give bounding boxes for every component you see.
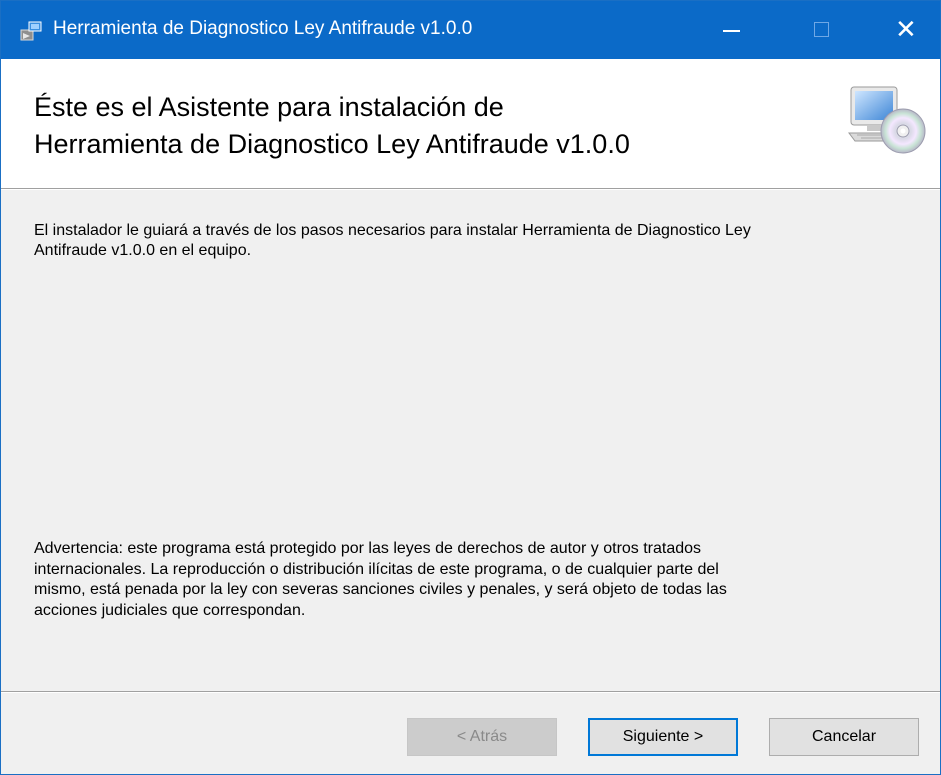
- maximize-button[interactable]: [791, 1, 851, 59]
- minimize-icon: [723, 30, 740, 32]
- page-title: Éste es el Asistente para instalación de…: [34, 89, 814, 163]
- wizard-header: Éste es el Asistente para instalación de…: [1, 59, 940, 188]
- warning-line-4: acciones judiciales que correspondan.: [34, 601, 306, 619]
- intro-text: El instalador le guiará a través de los …: [34, 221, 914, 261]
- close-button[interactable]: ✕: [877, 1, 937, 59]
- footer-divider-highlight: [1, 692, 940, 693]
- header-divider-highlight: [1, 189, 940, 190]
- maximize-icon: [814, 22, 829, 37]
- installer-window: Herramienta de Diagnostico Ley Antifraud…: [0, 0, 941, 775]
- warning-line-3: mismo, está penada por la ley con severa…: [34, 581, 727, 598]
- minimize-button[interactable]: [701, 1, 761, 59]
- warning-line-1: Advertencia: este programa está protegid…: [34, 540, 702, 557]
- intro-text-line-2: Antifraude v1.0.0 en el equipo.: [34, 242, 252, 259]
- page-title-line-1: Éste es el Asistente para instalación de: [34, 92, 504, 122]
- window-title: Herramienta de Diagnostico Ley Antifraud…: [53, 18, 473, 39]
- title-bar[interactable]: Herramienta de Diagnostico Ley Antifraud…: [1, 1, 940, 59]
- installer-icon: [20, 21, 42, 41]
- cancel-button[interactable]: Cancelar: [769, 718, 919, 756]
- close-icon: ✕: [895, 15, 917, 45]
- copyright-warning: Advertencia: este programa está protegid…: [34, 539, 904, 621]
- warning-line-2: internacionales. La reproducción o distr…: [34, 560, 719, 578]
- computer-cd-icon: [847, 85, 929, 155]
- intro-text-line-1: El instalador le guiará a través de los …: [34, 222, 751, 239]
- back-button[interactable]: < Atrás: [407, 718, 557, 756]
- page-title-line-2: Herramienta de Diagnostico Ley Antifraud…: [34, 129, 630, 159]
- next-button[interactable]: Siguiente >: [588, 718, 738, 756]
